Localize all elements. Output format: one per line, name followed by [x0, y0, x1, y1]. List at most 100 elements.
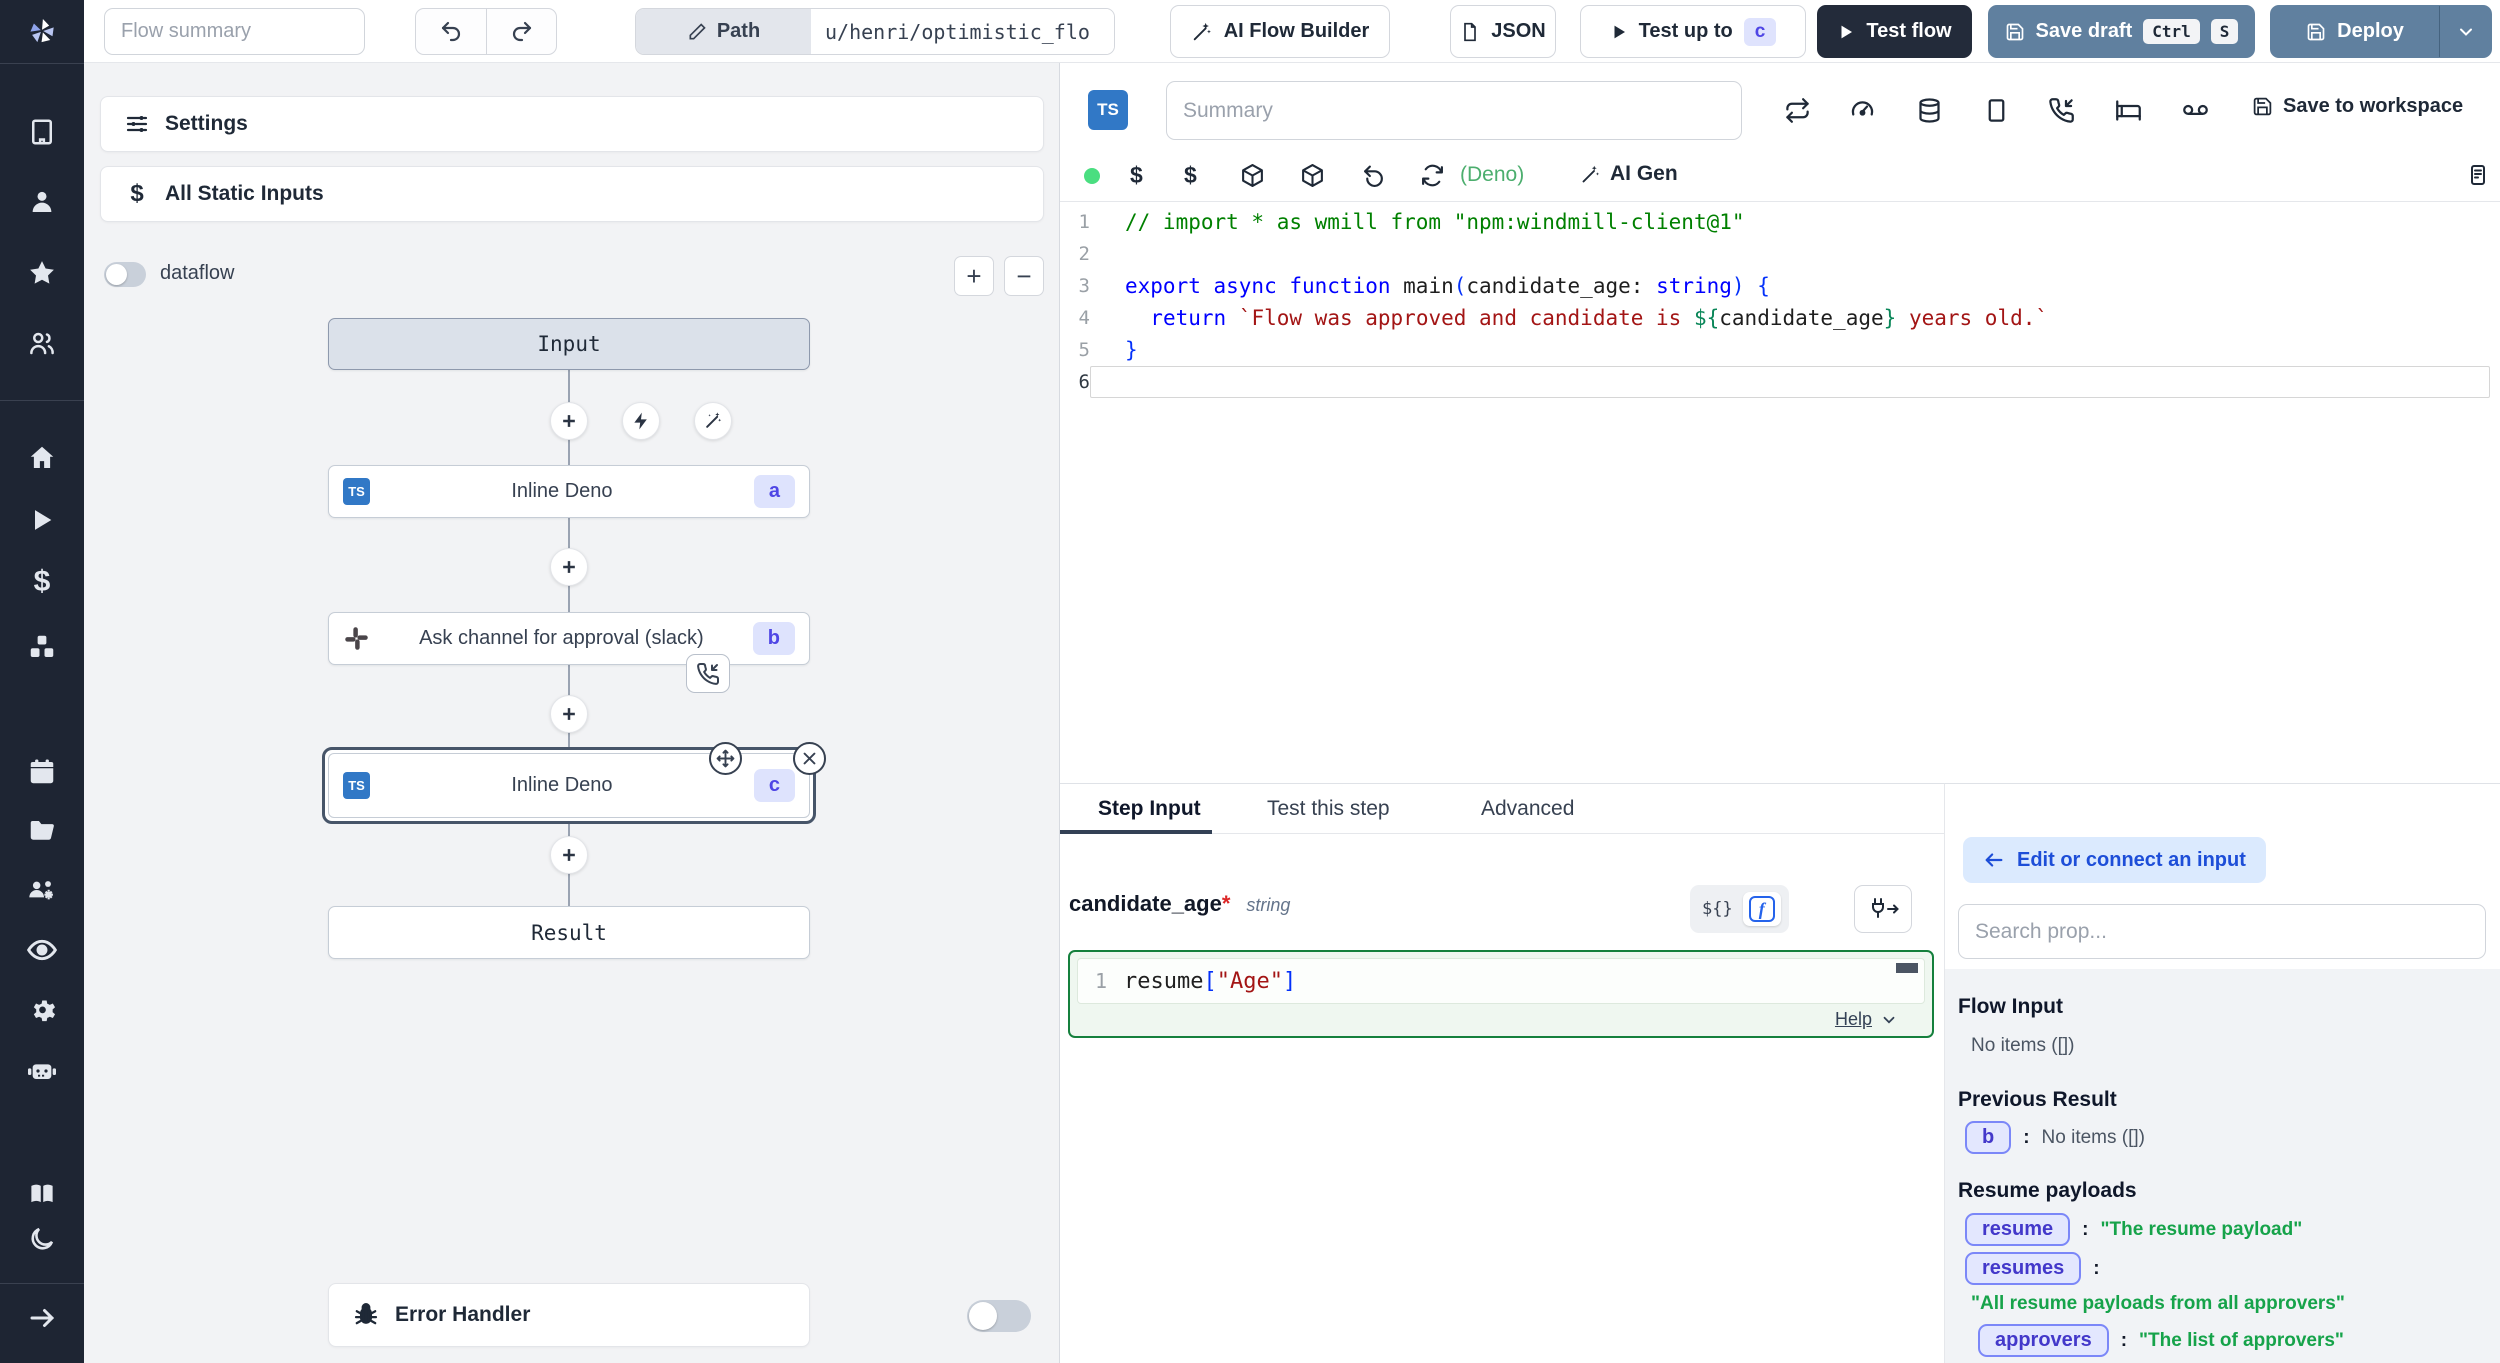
search-prop-input[interactable] — [1958, 904, 2486, 959]
early-stop-gauge-icon[interactable] — [1849, 97, 1876, 124]
home-icon[interactable] — [0, 436, 84, 480]
edit-connect-input-button[interactable]: Edit or connect an input — [1963, 837, 2266, 883]
resume-payloads-heading: Resume payloads — [1958, 1179, 2500, 1203]
error-handler-label: Error Handler — [395, 1303, 530, 1327]
help-link[interactable]: Help — [1835, 1009, 1872, 1030]
insert-step-button[interactable] — [550, 402, 588, 440]
expr-tokens: resume["Age"] — [1124, 969, 1296, 994]
error-handler-row[interactable]: Error Handler — [328, 1283, 810, 1347]
save-draft-button[interactable]: Save draft Ctrl S — [1988, 5, 2255, 58]
code-editor[interactable]: 1// import * as wmill from "npm:windmill… — [1060, 206, 2500, 398]
path-label[interactable]: Path — [636, 9, 811, 54]
ai-wand-button[interactable] — [694, 402, 732, 440]
required-asterisk: * — [1222, 891, 1231, 917]
reload-icon[interactable] — [1420, 163, 1445, 188]
move-icon — [716, 749, 735, 768]
chevron-down-icon[interactable] — [1880, 1011, 1898, 1029]
prop-badge-resume[interactable]: resume — [1965, 1213, 2070, 1246]
slack-icon — [343, 625, 370, 652]
prop-badge-approvers[interactable]: approvers — [1978, 1324, 2109, 1357]
test-flow-button[interactable]: Test flow — [1817, 5, 1972, 58]
connect-input-plug-button[interactable] — [1854, 885, 1912, 933]
retries-repeat-icon[interactable] — [1784, 97, 1811, 124]
flow-node-b[interactable]: Ask channel for approval (slack) b — [328, 612, 810, 665]
user-icon[interactable] — [0, 180, 84, 224]
groups-gear-icon[interactable] — [0, 868, 84, 912]
variables-dollar-icon[interactable]: $ — [0, 560, 84, 604]
zoom-out-button[interactable]: − — [1004, 256, 1044, 296]
all-static-inputs-row[interactable]: $ All Static Inputs — [100, 166, 1044, 222]
insert-step-button[interactable] — [550, 548, 588, 586]
field-row: candidate_age * string — [1069, 891, 1290, 917]
resources-cubes-icon[interactable] — [0, 625, 84, 669]
error-handler-toggle[interactable] — [967, 1300, 1031, 1332]
test-up-to-button[interactable]: Test up to c — [1580, 5, 1806, 58]
concurrency-voicemail-icon[interactable] — [2182, 97, 2209, 124]
prop-badge-b[interactable]: b — [1965, 1121, 2011, 1154]
resource-dollar-icon[interactable]: $ — [1184, 162, 1197, 189]
deploy-dropdown-button[interactable] — [2439, 6, 2491, 57]
path-input[interactable] — [811, 9, 1114, 54]
flow-node-a[interactable]: TS Inline Deno a — [328, 465, 810, 518]
tab-step-input[interactable]: Step Input — [1098, 784, 1201, 834]
schedules-calendar-icon[interactable] — [0, 750, 84, 794]
trigger-bolt-button[interactable] — [622, 402, 660, 440]
user-group-icon[interactable] — [0, 321, 84, 365]
settings-row[interactable]: Settings — [100, 96, 1044, 152]
chevron-down-icon — [2456, 22, 2476, 42]
flow-summary-input[interactable] — [104, 8, 365, 55]
language-label: (Deno) — [1460, 163, 1524, 187]
variable-dollar-icon[interactable]: $ — [1130, 162, 1143, 189]
mock-square-icon[interactable] — [1983, 97, 2010, 124]
json-button[interactable]: JSON — [1450, 5, 1556, 58]
prop-badge-resumes[interactable]: resumes — [1965, 1252, 2081, 1285]
theme-moon-icon[interactable] — [0, 1217, 84, 1261]
save-to-workspace-button[interactable]: Save to workspace — [2252, 95, 2463, 118]
step-summary-input[interactable] — [1166, 81, 1742, 140]
expand-arrow-right-icon[interactable] — [0, 1296, 84, 1340]
field-name: candidate_age — [1069, 891, 1222, 917]
typescript-icon: TS — [343, 478, 370, 505]
package-icon[interactable] — [1300, 163, 1325, 188]
node-id-badge: a — [754, 475, 795, 508]
static-mode-button[interactable]: ${} — [1698, 899, 1737, 919]
code-line: 4 return `Flow was approved and candidat… — [1060, 302, 2500, 334]
suspend-phone-icon[interactable] — [2048, 97, 2075, 124]
package-icon[interactable] — [1240, 163, 1265, 188]
favorites-star-icon[interactable] — [0, 251, 84, 295]
dataflow-toggle[interactable] — [104, 262, 146, 287]
code-line: 6 — [1060, 366, 2500, 398]
test-up-to-step-badge: c — [1744, 18, 1777, 46]
insert-step-button[interactable] — [550, 836, 588, 874]
insert-step-button[interactable] — [550, 695, 588, 733]
workers-robot-icon[interactable] — [0, 1049, 84, 1093]
sleep-bed-icon[interactable] — [2115, 97, 2142, 124]
settings-gear-icon[interactable] — [0, 987, 84, 1031]
audit-eye-icon[interactable] — [0, 928, 84, 972]
delete-node-button[interactable] — [793, 742, 826, 775]
tab-test-this-step[interactable]: Test this step — [1267, 784, 1390, 834]
docs-book-icon[interactable] — [0, 1172, 84, 1216]
runs-play-icon[interactable] — [0, 498, 84, 542]
library-icon[interactable] — [2466, 163, 2490, 187]
deploy-button[interactable]: Deploy — [2271, 6, 2439, 57]
folders-icon[interactable] — [0, 809, 84, 853]
expression-editor[interactable]: 1 resume["Age"] Help — [1068, 950, 1934, 1038]
sidebar-divider — [0, 400, 84, 401]
tab-advanced[interactable]: Advanced — [1481, 784, 1574, 834]
javascript-mode-button[interactable]: f — [1743, 892, 1781, 926]
ai-gen-button[interactable]: AI Gen — [1580, 162, 1678, 186]
workspace-building-icon[interactable] — [0, 110, 84, 154]
move-node-button[interactable] — [709, 742, 742, 775]
code-line: 2 — [1060, 238, 2500, 270]
zoom-in-button[interactable]: + — [954, 256, 994, 296]
flow-node-input[interactable]: Input — [328, 318, 810, 370]
cache-database-icon[interactable] — [1916, 97, 1943, 124]
undo-icon[interactable] — [1361, 163, 1386, 188]
redo-button[interactable] — [486, 9, 556, 54]
dataflow-label: dataflow — [160, 262, 235, 285]
windmill-logo-icon[interactable] — [0, 9, 84, 53]
undo-button[interactable] — [416, 9, 486, 54]
ai-flow-builder-button[interactable]: AI Flow Builder — [1170, 5, 1390, 58]
flow-node-result[interactable]: Result — [328, 906, 810, 959]
